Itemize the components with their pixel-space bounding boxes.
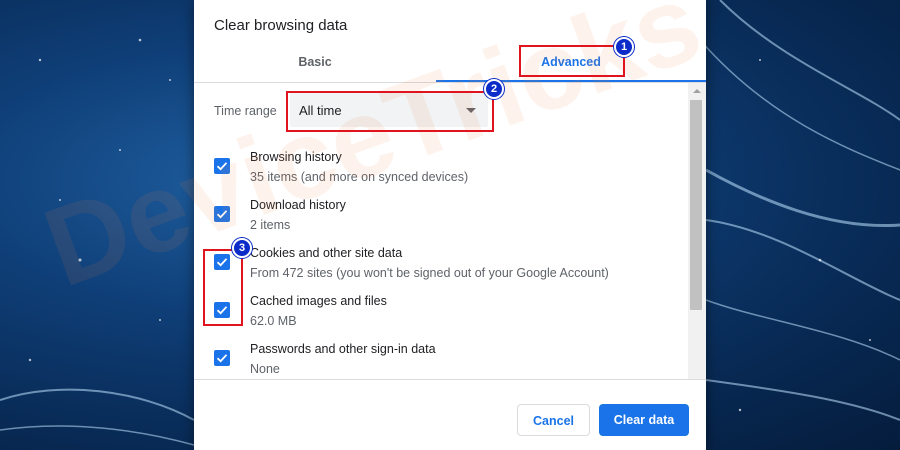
- scrollbar-thumb[interactable]: [690, 100, 702, 310]
- item-detail: 2 items: [250, 218, 291, 232]
- list-item-cookies: Cookies and other site data From 472 sit…: [194, 246, 688, 290]
- item-label: Browsing history: [250, 150, 342, 164]
- list-item-browsing-history: Browsing history 35 items (and more on s…: [194, 150, 688, 194]
- time-range-label: Time range: [214, 104, 277, 118]
- dialog-title: Clear browsing data: [214, 17, 348, 34]
- item-label: Passwords and other sign-in data: [250, 342, 436, 356]
- scrollbar[interactable]: [688, 83, 706, 379]
- item-detail: None: [250, 362, 280, 376]
- highlight-time-range: [286, 91, 494, 132]
- scroll-up-arrow-icon[interactable]: [693, 89, 701, 93]
- item-detail: 62.0 MB: [250, 314, 297, 328]
- item-label: Cookies and other site data: [250, 246, 403, 260]
- highlight-checkboxes: [203, 249, 243, 326]
- item-detail: 35 items (and more on synced devices): [250, 170, 469, 184]
- checkmark-icon: [216, 162, 228, 171]
- item-label: Cached images and files: [250, 294, 387, 308]
- item-label: Download history: [250, 198, 346, 212]
- download-history-checkbox[interactable]: [214, 206, 230, 222]
- tab-basic[interactable]: Basic: [194, 50, 436, 82]
- step-badge-3: 3: [232, 238, 252, 258]
- checkmark-icon: [216, 354, 228, 363]
- clear-data-button[interactable]: Clear data: [599, 404, 689, 436]
- highlight-advanced-tab: [519, 45, 625, 77]
- list-item-cached-images: Cached images and files 62.0 MB: [194, 294, 688, 338]
- passwords-checkbox[interactable]: [214, 350, 230, 366]
- list-item-download-history: Download history 2 items: [194, 198, 688, 242]
- cancel-button[interactable]: Cancel: [517, 404, 590, 436]
- footer-divider: [194, 379, 706, 380]
- step-badge-2: 2: [484, 79, 504, 99]
- item-detail: From 472 sites (you won't be signed out …: [250, 266, 609, 280]
- clear-browsing-data-dialog: Clear browsing data Basic Advanced Time …: [194, 0, 706, 450]
- step-badge-1: 1: [614, 37, 634, 57]
- list-item-passwords: Passwords and other sign-in data None: [194, 342, 688, 379]
- checkmark-icon: [216, 210, 228, 219]
- browsing-history-checkbox[interactable]: [214, 158, 230, 174]
